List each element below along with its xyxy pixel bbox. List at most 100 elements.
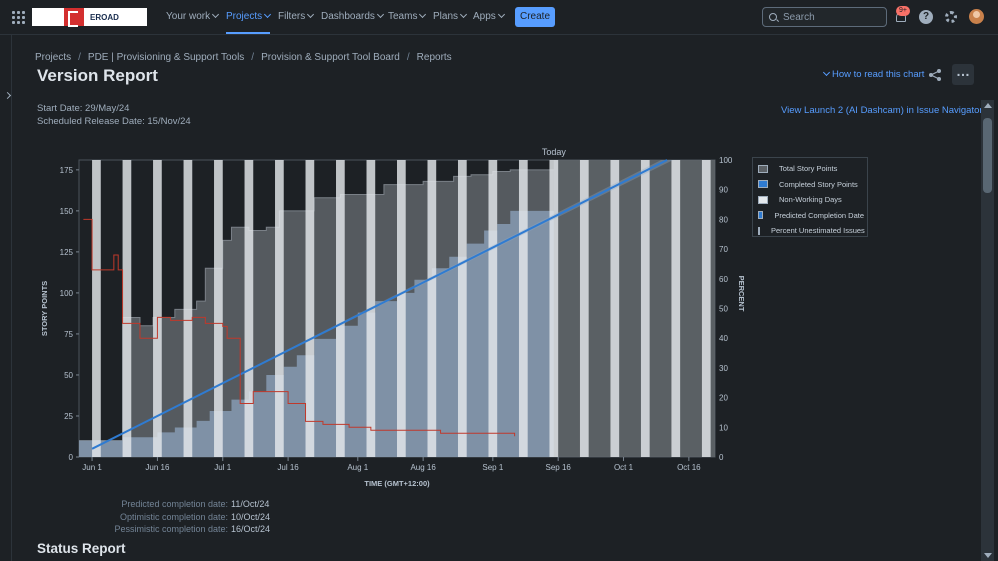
app-switcher-icon[interactable] bbox=[12, 11, 25, 24]
y-tick-label: 100 bbox=[60, 289, 74, 298]
chevron-down-icon bbox=[307, 10, 315, 19]
search-input[interactable]: Search bbox=[762, 7, 887, 27]
non-working-day-bar bbox=[214, 160, 223, 457]
breadcrumb-board[interactable]: Provision & Support Tool Board bbox=[261, 52, 400, 63]
start-date: Start Date: 29/May/24 bbox=[37, 103, 130, 114]
x-tick-label: Oct 16 bbox=[677, 463, 701, 472]
y-tick-label: 125 bbox=[60, 248, 74, 257]
scroll-thumb[interactable] bbox=[983, 118, 992, 193]
non-working-day-bar bbox=[610, 160, 620, 457]
y2-tick-label: 10 bbox=[719, 423, 728, 432]
status-report-heading: Status Report bbox=[37, 541, 126, 556]
search-placeholder: Search bbox=[783, 11, 815, 23]
y2-tick-label: 30 bbox=[719, 364, 728, 373]
chevron-down-icon bbox=[497, 10, 505, 19]
chevron-down-icon bbox=[459, 10, 468, 19]
y2-tick-label: 40 bbox=[719, 334, 728, 343]
create-button[interactable]: Create bbox=[515, 7, 555, 27]
x-tick-label: Jun 1 bbox=[82, 463, 102, 472]
x-tick-label: Oct 1 bbox=[614, 463, 634, 472]
version-report-chart: Today 0 25 50 75 100 125 150 175 0 10 20 30 40 50 60 70 8… bbox=[40, 147, 746, 488]
release-date: Scheduled Release Date: 15/Nov/24 bbox=[37, 116, 191, 127]
y-tick-label: 75 bbox=[64, 330, 73, 339]
y2-tick-label: 0 bbox=[719, 453, 724, 462]
x-tick-label: Sep 16 bbox=[545, 463, 571, 472]
share-icon[interactable] bbox=[928, 68, 942, 82]
non-working-day-bar bbox=[305, 160, 315, 457]
y2-tick-label: 70 bbox=[719, 245, 728, 254]
version-dates: Start Date: 29/May/24 Scheduled Release … bbox=[37, 102, 191, 128]
y2-axis-label: PERCENT bbox=[737, 276, 746, 312]
non-working-day-bar bbox=[549, 160, 559, 457]
nav-your-work[interactable]: Your work bbox=[166, 10, 220, 22]
y2-tick-label: 20 bbox=[719, 394, 728, 403]
breadcrumb-separator: / bbox=[251, 52, 255, 63]
non-working-day-bar bbox=[671, 160, 681, 457]
help-button[interactable]: ? bbox=[918, 9, 934, 25]
y2-tick-label: 100 bbox=[719, 156, 733, 165]
legend-item: Total Story Points bbox=[756, 161, 864, 177]
non-working-day-bar bbox=[122, 160, 132, 457]
y-tick-label: 0 bbox=[69, 453, 74, 462]
more-actions-button[interactable]: … bbox=[952, 64, 974, 85]
non-working-day-bar bbox=[488, 160, 498, 457]
x-tick-label: Jul 16 bbox=[277, 463, 299, 472]
chart-legend: Total Story Points Completed Story Point… bbox=[752, 157, 868, 237]
legend-item: Completed Story Points bbox=[756, 177, 864, 193]
breadcrumb-project[interactable]: PDE | Provisioning & Support Tools bbox=[88, 52, 244, 63]
y2-tick-label: 50 bbox=[719, 305, 728, 314]
page-scrollbar[interactable] bbox=[981, 100, 994, 561]
nav-apps[interactable]: Apps bbox=[473, 10, 505, 22]
non-working-day-bar bbox=[701, 160, 711, 457]
company-logo[interactable]: EROAD bbox=[32, 8, 147, 27]
x-axis-label: TIME (GMT+12:00) bbox=[364, 479, 430, 488]
non-working-day-bar bbox=[183, 160, 193, 457]
scroll-down-icon[interactable] bbox=[984, 553, 992, 558]
breadcrumb-projects[interactable]: Projects bbox=[35, 52, 71, 63]
help-icon: ? bbox=[919, 10, 933, 24]
non-working-day-bar bbox=[336, 160, 345, 457]
notification-badge: 9+ bbox=[896, 6, 910, 16]
non-working-day-bar bbox=[640, 160, 650, 457]
optimistic-completion: Optimistic completion date: 10/Oct/24 bbox=[119, 511, 271, 522]
non-working-day-bar bbox=[397, 160, 406, 457]
avatar[interactable] bbox=[969, 9, 984, 24]
page-title: Version Report bbox=[37, 66, 158, 85]
legend-swatch bbox=[758, 195, 768, 204]
non-working-day-bar bbox=[275, 160, 284, 457]
expand-sidebar-icon[interactable] bbox=[3, 91, 12, 100]
nav-plans[interactable]: Plans bbox=[433, 10, 468, 22]
nav-teams[interactable]: Teams bbox=[388, 10, 427, 22]
breadcrumb: Projects / PDE | Provisioning & Support To… bbox=[35, 52, 452, 63]
y2-tick-label: 80 bbox=[719, 215, 728, 224]
legend-item: Predicted Completion Date bbox=[756, 208, 864, 224]
non-working-day-bar bbox=[427, 160, 437, 457]
today-label: Today bbox=[542, 147, 567, 157]
nav-projects[interactable]: Projects bbox=[226, 10, 272, 34]
x-tick-label: Jun 16 bbox=[145, 463, 170, 472]
x-tick-label: Jul 1 bbox=[214, 463, 231, 472]
legend-swatch bbox=[758, 211, 764, 220]
predicted-completion: Predicted completion date: 11/Oct/24 bbox=[121, 499, 270, 509]
breadcrumb-separator: / bbox=[78, 52, 81, 63]
legend-swatch bbox=[758, 226, 760, 235]
how-to-read-link[interactable]: How to read this chart bbox=[822, 68, 924, 80]
non-working-day-bar bbox=[153, 160, 162, 457]
y-tick-label: 25 bbox=[64, 412, 73, 421]
settings-button[interactable] bbox=[943, 9, 959, 25]
y-axis-label: STORY POINTS bbox=[40, 281, 49, 336]
search-icon bbox=[769, 13, 777, 21]
breadcrumb-reports[interactable]: Reports bbox=[417, 52, 452, 63]
chevron-down-icon bbox=[376, 10, 384, 19]
gear-icon bbox=[945, 11, 957, 23]
completion-forecast: Predicted completion date: 11/Oct/24 Opti… bbox=[100, 498, 270, 536]
top-navigation: EROAD Your work Projects Filters Dashboa… bbox=[0, 0, 998, 35]
y-tick-label: 175 bbox=[60, 166, 74, 175]
nav-dashboards[interactable]: Dashboards bbox=[321, 10, 384, 22]
scroll-up-icon[interactable] bbox=[984, 103, 992, 108]
y-tick-label: 150 bbox=[60, 207, 74, 216]
view-in-issue-navigator-link[interactable]: View Launch 2 (AI Dashcam) in Issue Navi… bbox=[781, 105, 983, 116]
x-tick-label: Aug 1 bbox=[347, 463, 368, 472]
logo-text: EROAD bbox=[90, 12, 119, 22]
nav-filters[interactable]: Filters bbox=[278, 10, 315, 22]
